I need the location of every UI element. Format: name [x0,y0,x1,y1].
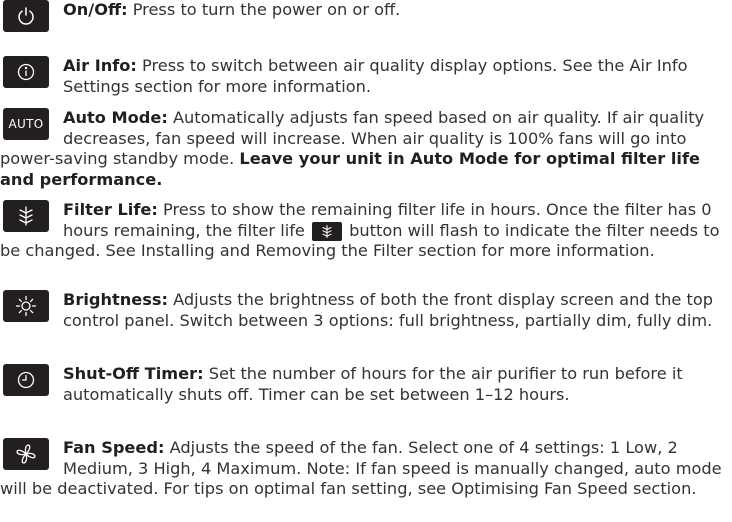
auto-icon-label: AUTO [8,116,44,131]
entry-on-off: On/Off: Press to turn the power on or of… [0,0,730,32]
entry-term: Filter Life: [63,200,158,219]
entry-term: Shut-Off Timer: [63,364,204,383]
entry-term: Auto Mode: [63,108,168,127]
brightness-icon [3,290,49,322]
power-icon [3,0,49,32]
filter-icon [3,200,49,232]
entry-fan-speed-text: Fan Speed: Adjusts the speed of the fan.… [0,438,730,500]
info-icon [3,56,49,88]
entry-shut-off-timer: Shut-Off Timer: Set the number of hours … [0,364,730,405]
fan-icon [3,438,49,470]
entry-shut-off-timer-text: Shut-Off Timer: Set the number of hours … [0,364,730,405]
clock-icon [3,364,49,396]
entry-auto-mode-text: Auto Mode: Automatically adjusts fan spe… [0,108,730,190]
inline-filter-icon [312,221,342,241]
entry-term: Brightness: [63,290,168,309]
entry-term: Fan Speed: [63,438,165,457]
entry-description: Press to switch between air quality disp… [63,56,688,96]
entry-brightness-text: Brightness: Adjusts the brightness of bo… [0,290,730,331]
entry-filter-life: Filter Life: Press to show the remaining… [0,200,730,262]
entry-term: Air Info: [63,56,137,75]
entry-description: Press to turn the power on or off. [127,0,401,19]
auto-icon: AUTO [3,108,49,140]
entry-fan-speed: Fan Speed: Adjusts the speed of the fan.… [0,438,730,500]
entry-brightness: Brightness: Adjusts the brightness of bo… [0,290,730,331]
entry-filter-life-text: Filter Life: Press to show the remaining… [0,200,730,262]
entry-auto-mode: AUTO Auto Mode: Automatically adjusts fa… [0,108,730,190]
entry-term: On/Off: [63,0,128,19]
entry-on-off-text: On/Off: Press to turn the power on or of… [0,0,730,21]
entry-air-info-text: Air Info: Press to switch between air qu… [0,56,730,97]
entry-air-info: Air Info: Press to switch between air qu… [0,56,730,97]
